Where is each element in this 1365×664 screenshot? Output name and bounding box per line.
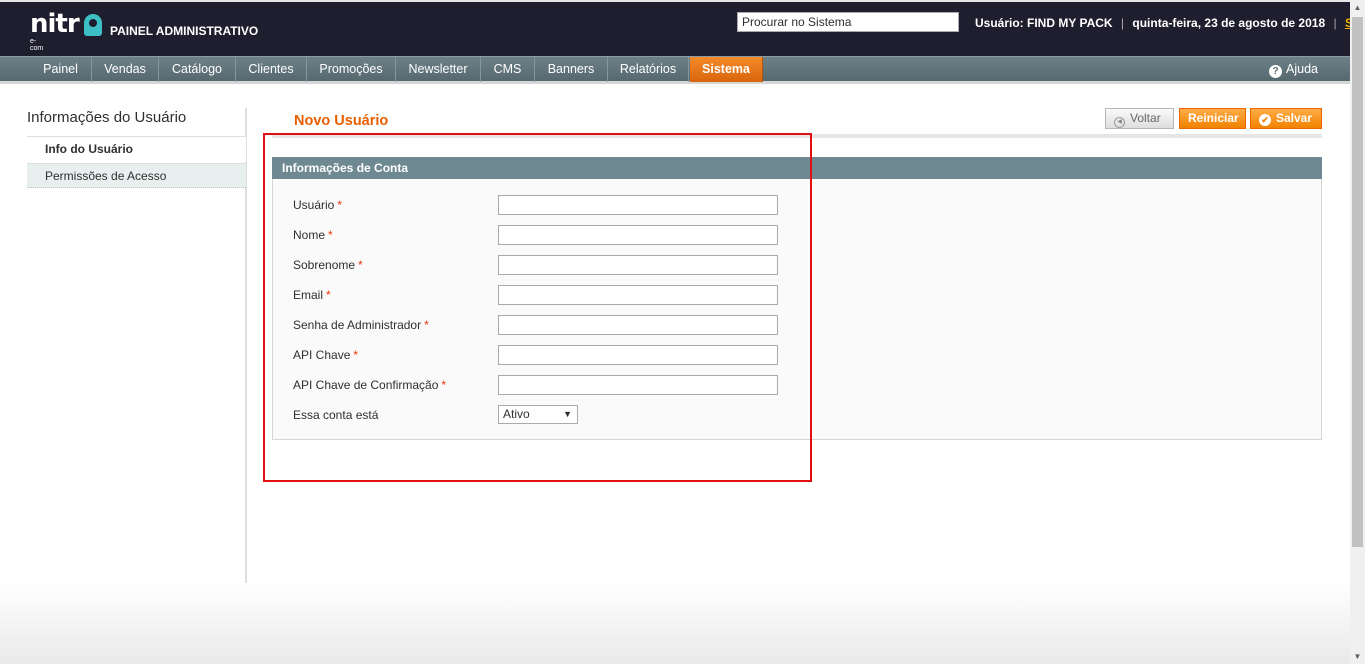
help-label: Ajuda — [1286, 62, 1318, 76]
scroll-thumb[interactable] — [1352, 17, 1363, 547]
nav-item-newsletter[interactable]: Newsletter — [396, 57, 481, 82]
save-button-label: Salvar — [1276, 111, 1313, 125]
help-icon: ? — [1269, 65, 1282, 78]
back-button-label: Voltar — [1130, 111, 1161, 125]
logo-subtitle: e-com — [30, 38, 44, 52]
nav-item-vendas[interactable]: Vendas — [92, 57, 159, 82]
sidebar-item-permissoes[interactable]: Permissões de Acesso — [27, 163, 246, 188]
top-header: nitr e-com PAINEL ADMINISTRATIVO Usuário… — [0, 0, 1365, 56]
separator: | — [1120, 16, 1125, 30]
page-title: Novo Usuário — [294, 113, 389, 129]
back-button[interactable]: ◀ Voltar — [1105, 108, 1174, 129]
logo-o-icon — [84, 14, 102, 36]
check-icon: ✔ — [1259, 114, 1271, 126]
page-footer — [0, 584, 1350, 664]
nav-item-banners[interactable]: Banners — [535, 57, 608, 82]
nav-item-catalogo[interactable]: Catálogo — [159, 57, 236, 82]
back-arrow-icon: ◀ — [1114, 117, 1125, 128]
header-user-info: Usuário: FIND MY PACK | quinta-feira, 23… — [975, 16, 1365, 30]
sidebar-item-info-usuario[interactable]: Info do Usuário — [27, 137, 246, 162]
highlight-box — [263, 133, 812, 482]
logo-wordmark: nitr — [30, 9, 80, 39]
current-user: Usuário: FIND MY PACK — [975, 16, 1113, 30]
nav-item-relatorios[interactable]: Relatórios — [608, 57, 689, 82]
save-button[interactable]: ✔ Salvar — [1250, 108, 1322, 129]
sidebar-title: Informações do Usuário — [27, 109, 187, 126]
global-search-input[interactable] — [737, 12, 959, 32]
nav-item-promocoes[interactable]: Promoções — [307, 57, 396, 82]
nav-item-painel[interactable]: Painel — [30, 57, 92, 82]
separator: | — [1333, 16, 1337, 30]
nav-item-sistema[interactable]: Sistema — [690, 57, 763, 82]
reset-button[interactable]: Reiniciar — [1179, 108, 1246, 129]
help-link[interactable]: ? Ajuda — [1269, 57, 1318, 82]
current-date: quinta-feira, 23 de agosto de 2018 — [1132, 16, 1326, 30]
nav-item-cms[interactable]: CMS — [481, 57, 535, 82]
panel-title: PAINEL ADMINISTRATIVO — [110, 24, 259, 38]
main-nav: Painel Vendas Catálogo Clientes Promoçõe… — [0, 56, 1350, 84]
scroll-up-icon[interactable]: ▲ — [1350, 0, 1365, 15]
page-scrollbar[interactable]: ▲ ▼ — [1350, 0, 1365, 664]
scroll-down-icon[interactable]: ▼ — [1350, 649, 1365, 664]
nav-item-clientes[interactable]: Clientes — [236, 57, 307, 82]
